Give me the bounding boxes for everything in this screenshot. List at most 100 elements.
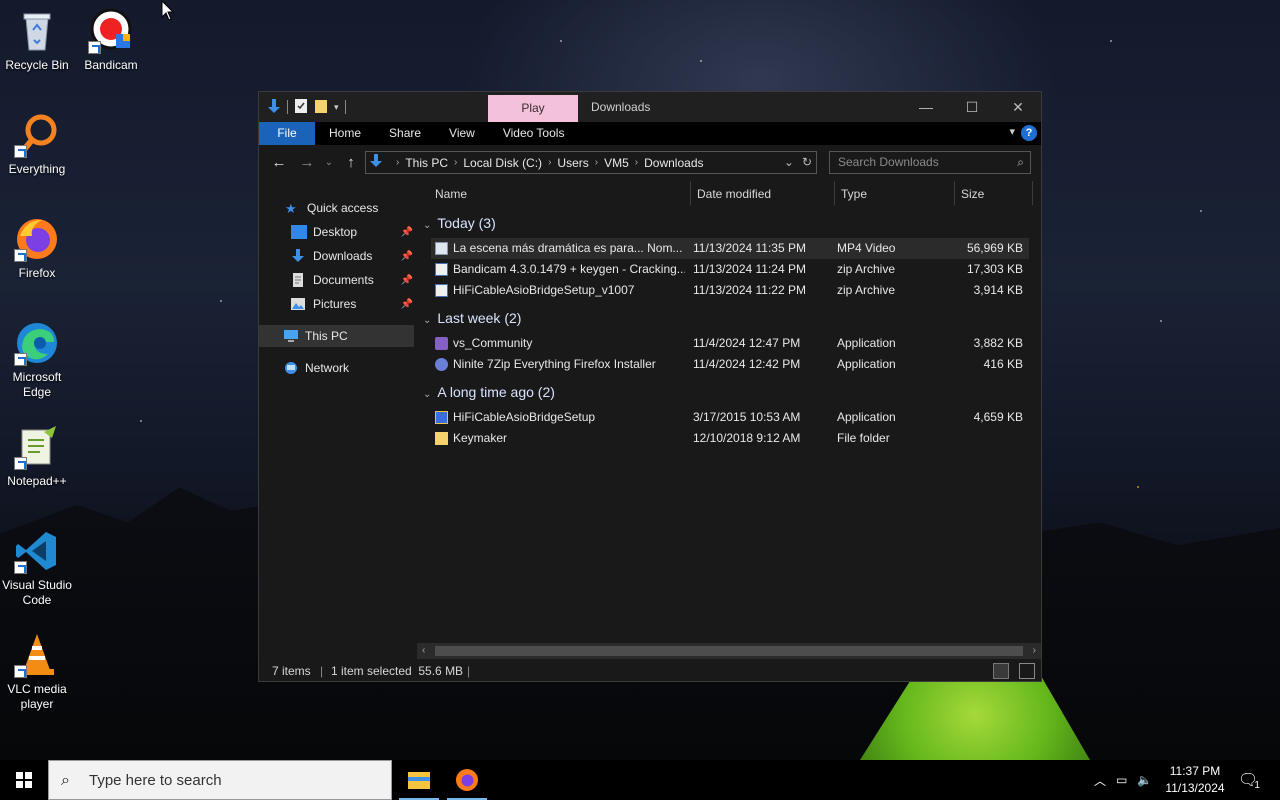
address-history-chevron-icon[interactable]: ⌄ <box>784 155 794 169</box>
horizontal-scrollbar[interactable]: ‹ › <box>417 643 1041 659</box>
file-type: MP4 Video <box>837 241 896 255</box>
taskbar-file-explorer[interactable] <box>395 760 443 800</box>
ribbon-expand-chevron-icon[interactable]: ▾ <box>1009 125 1015 138</box>
file-name: HiFiCableAsioBridgeSetup_v1007 <box>453 283 635 297</box>
download-arrow-icon[interactable] <box>267 98 281 117</box>
group-header-today[interactable]: ⌄ Today (3) <box>423 215 496 231</box>
breadcrumb-local-disk[interactable]: Local Disk (C:) <box>463 156 542 170</box>
breadcrumb-separator-icon: › <box>634 157 639 168</box>
refresh-icon[interactable]: ↻ <box>802 155 812 169</box>
scrollbar-thumb[interactable] <box>435 646 1023 656</box>
nav-this-pc[interactable]: This PC <box>259 325 414 347</box>
column-header-name[interactable]: Name <box>435 183 467 205</box>
desktop-icon-notepad-plus-plus[interactable]: Notepad++ <box>0 424 74 489</box>
desktop-icon-label: Visual Studio Code <box>2 578 72 607</box>
nav-network[interactable]: Network <box>283 357 413 379</box>
tab-file[interactable]: File <box>259 122 315 145</box>
minimize-button[interactable]: — <box>903 92 949 122</box>
network-status-icon[interactable]: ▭ <box>1116 773 1127 787</box>
file-row[interactable]: Ninite 7Zip Everything Firefox Installer… <box>431 354 1029 375</box>
nav-item-label: Downloads <box>313 249 373 263</box>
desktop-icon-recycle-bin[interactable]: Recycle Bin <box>0 8 74 73</box>
chevron-down-icon: ⌄ <box>423 389 432 400</box>
column-header-date-modified[interactable]: Date modified <box>697 183 771 205</box>
taskbar-search-box[interactable]: ⌕ Type here to search <box>48 760 392 800</box>
file-date: 11/13/2024 11:35 PM <box>693 241 806 255</box>
pin-icon: 📌 <box>400 226 413 238</box>
desktop-icon-vscode[interactable]: Visual Studio Code <box>0 528 74 608</box>
column-header-size[interactable]: Size <box>961 183 984 205</box>
nav-item-desktop[interactable]: Desktop 📌 <box>291 221 413 243</box>
new-folder-icon[interactable] <box>314 98 328 117</box>
quick-access-toolbar: ▾ <box>259 92 346 122</box>
nav-item-documents[interactable]: Documents 📌 <box>291 269 413 291</box>
windows-logo-icon <box>16 772 32 788</box>
show-hidden-icons-chevron-icon[interactable]: ︿ <box>1094 772 1106 789</box>
customize-toolbar-chevron-icon[interactable]: ▾ <box>334 102 339 113</box>
navigation-pane: ★ Quick access Desktop 📌 Downloads 📌 Doc… <box>259 179 414 661</box>
zip-archive-icon <box>435 284 448 297</box>
breadcrumb-this-pc[interactable]: This PC <box>405 156 448 170</box>
desktop-icon-everything[interactable]: Everything <box>0 112 74 177</box>
back-button[interactable]: ← <box>265 154 293 171</box>
breadcrumb-vm5[interactable]: VM5 <box>604 156 629 170</box>
breadcrumb-separator-icon: › <box>454 157 458 168</box>
file-date: 11/4/2024 12:47 PM <box>693 336 801 350</box>
forward-button[interactable]: → <box>293 154 321 171</box>
tab-view[interactable]: View <box>435 122 489 145</box>
back-arrow-icon: ← <box>271 153 287 171</box>
desktop-icon-bandicam[interactable]: Bandicam <box>74 8 148 73</box>
desktop-icon-microsoft-edge[interactable]: Microsoft Edge <box>0 320 74 400</box>
file-name: Keymaker <box>453 431 508 445</box>
pin-icon: 📌 <box>400 274 413 286</box>
column-header-type[interactable]: Type <box>841 183 867 205</box>
scroll-left-icon[interactable]: ‹ <box>422 643 425 659</box>
recent-locations-button[interactable]: ⌄ <box>321 157 337 168</box>
action-center-button[interactable]: 🗨 1 <box>1238 760 1260 800</box>
scroll-right-icon[interactable]: › <box>1033 643 1036 659</box>
large-icons-view-button[interactable] <box>1019 663 1035 679</box>
group-header-long-time-ago[interactable]: ⌄ A long time ago (2) <box>423 384 555 400</box>
contextual-tab-play[interactable]: Play <box>488 95 578 122</box>
tab-home[interactable]: Home <box>315 122 375 145</box>
desktop-icon-firefox[interactable]: Firefox <box>0 216 74 281</box>
help-icon[interactable]: ? <box>1021 125 1037 141</box>
network-icon <box>283 361 299 375</box>
nav-quick-access[interactable]: ★ Quick access <box>285 197 413 219</box>
title-bar[interactable]: ▾ Play Downloads — ☐ ✕ <box>259 92 1041 122</box>
ninite-icon <box>435 358 448 371</box>
taskbar-firefox[interactable] <box>443 760 491 800</box>
nav-item-pictures[interactable]: Pictures 📌 <box>291 293 413 315</box>
file-row[interactable]: HiFiCableAsioBridgeSetup_v1007 11/13/202… <box>431 280 1029 301</box>
group-header-last-week[interactable]: ⌄ Last week (2) <box>423 310 521 326</box>
breadcrumb-users[interactable]: Users <box>557 156 588 170</box>
file-row[interactable]: Keymaker 12/10/2018 9:12 AM File folder <box>431 428 1029 449</box>
tab-share[interactable]: Share <box>375 122 435 145</box>
properties-icon[interactable] <box>294 98 308 117</box>
maximize-button[interactable]: ☐ <box>949 92 995 122</box>
file-row[interactable]: HiFiCableAsioBridgeSetup 3/17/2015 10:53… <box>431 407 1029 428</box>
file-row[interactable]: La escena más dramática es para... Nom..… <box>431 238 1029 259</box>
pictures-folder-icon <box>291 297 307 311</box>
details-view-button[interactable] <box>993 663 1009 679</box>
up-button[interactable]: ↑ <box>337 154 365 171</box>
desktop-icon-vlc[interactable]: VLC media player <box>0 632 74 712</box>
volume-icon[interactable]: 🔈 <box>1137 773 1152 787</box>
file-row[interactable]: vs_Community 11/4/2024 12:47 PM Applicat… <box>431 333 1029 354</box>
start-button[interactable] <box>0 760 48 800</box>
forward-arrow-icon: → <box>299 153 315 171</box>
search-input[interactable]: Search Downloads ⌕ <box>829 151 1031 174</box>
everything-magnifier-icon <box>14 112 60 158</box>
nav-item-downloads[interactable]: Downloads 📌 <box>291 245 413 267</box>
file-explorer-window: ▾ Play Downloads — ☐ ✕ File Home Share V… <box>258 91 1042 682</box>
clock[interactable]: 11:37 PM 11/13/2024 <box>1160 763 1230 797</box>
close-button[interactable]: ✕ <box>995 92 1041 122</box>
nav-item-label: Quick access <box>307 201 379 215</box>
address-bar[interactable]: › This PC › Local Disk (C:) › Users › VM… <box>365 151 817 174</box>
nav-item-label: This PC <box>305 329 348 343</box>
breadcrumb-downloads[interactable]: Downloads <box>644 156 703 170</box>
file-size: 3,882 KB <box>973 336 1023 350</box>
file-type: zip Archive <box>837 262 896 276</box>
file-row[interactable]: Bandicam 4.3.0.1479 + keygen - Cracking.… <box>431 259 1029 280</box>
tab-video-tools[interactable]: Video Tools <box>489 122 579 145</box>
